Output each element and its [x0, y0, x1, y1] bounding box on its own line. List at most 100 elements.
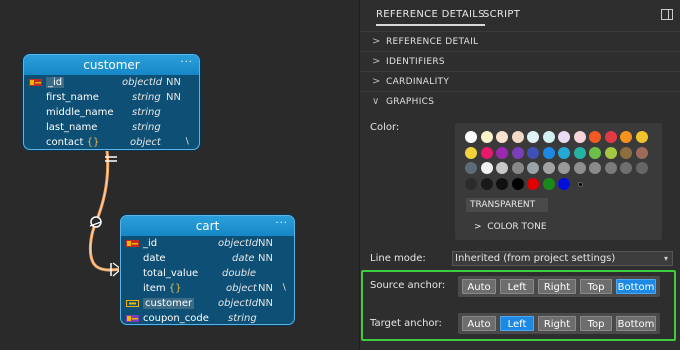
expand-icon[interactable]: ∖ — [281, 281, 287, 296]
field-required: NN — [166, 77, 181, 88]
entity-title: customer — [83, 58, 140, 72]
expand-icon[interactable]: ∖ — [184, 135, 190, 149]
target-anchor-bottom[interactable]: Bottom — [616, 316, 656, 331]
color-swatch[interactable] — [589, 146, 601, 159]
field-row[interactable]: item {} object NN ∖ — [121, 281, 294, 296]
entity-header[interactable]: customer ··· — [24, 55, 199, 75]
field-row[interactable]: middle_name string — [24, 105, 199, 120]
field-row[interactable]: date date NN — [121, 251, 294, 266]
field-type: double — [222, 268, 257, 279]
field-row[interactable]: last_name string — [24, 120, 199, 135]
color-swatch[interactable] — [635, 162, 648, 174]
color-swatch[interactable] — [496, 131, 508, 143]
field-row[interactable]: _id objectId NN — [24, 75, 199, 90]
toggle-panel-icon[interactable] — [661, 9, 673, 20]
chevron-down-icon: ▾ — [663, 254, 668, 263]
section-reference-detail[interactable]: > REFERENCE DETAIL — [360, 32, 680, 52]
field-required: NN — [166, 92, 181, 103]
field-row[interactable]: contact {} object ∖ — [24, 135, 199, 149]
color-swatch[interactable] — [620, 146, 632, 159]
color-swatch[interactable] — [542, 146, 555, 159]
field-required: NN — [258, 238, 273, 249]
cardinality-zero-or-one-marker — [89, 216, 102, 228]
source-anchor-auto[interactable]: Auto — [462, 279, 496, 294]
field-name: date — [143, 253, 166, 264]
transparent-option[interactable]: TRANSPARENT — [466, 198, 548, 212]
color-swatch[interactable] — [577, 181, 583, 187]
field-row-selected[interactable]: customer objectId NN — [121, 296, 294, 311]
color-swatch[interactable] — [604, 146, 617, 159]
color-swatch[interactable] — [465, 177, 477, 190]
section-graphics[interactable]: ∨ GRAPHICS — [360, 92, 680, 112]
entity-header[interactable]: cart ··· — [121, 216, 294, 236]
field-required: NN — [258, 283, 273, 294]
color-swatch[interactable] — [635, 131, 648, 143]
color-swatch[interactable] — [511, 131, 524, 143]
target-anchor-auto[interactable]: Auto — [462, 316, 496, 331]
section-cardinality[interactable]: > CARDINALITY — [360, 72, 680, 92]
color-swatch[interactable] — [620, 162, 632, 174]
target-anchor-right[interactable]: Right — [538, 316, 576, 331]
entity-menu-icon[interactable]: ··· — [275, 216, 288, 234]
field-type: objectId — [218, 298, 259, 309]
color-swatch[interactable] — [511, 146, 524, 159]
color-swatch[interactable] — [527, 177, 539, 190]
field-row[interactable]: first_name string NN — [24, 90, 199, 105]
source-anchor-top[interactable]: Top — [580, 279, 612, 294]
color-swatch[interactable] — [589, 131, 601, 143]
source-anchor-right[interactable]: Right — [538, 279, 576, 294]
tab-script[interactable]: SCRIPT — [483, 9, 520, 20]
color-swatch[interactable] — [573, 162, 586, 174]
field-type: string — [132, 107, 161, 118]
color-swatch[interactable] — [527, 162, 539, 174]
field-row[interactable]: total_value double — [121, 266, 294, 281]
color-swatch[interactable] — [480, 162, 493, 174]
primary-key-icon — [126, 240, 139, 247]
field-name: _id — [143, 238, 158, 249]
source-anchor-bottom[interactable]: Bottom — [616, 279, 656, 294]
color-swatch[interactable] — [511, 162, 524, 174]
field-type: objectId — [122, 77, 163, 88]
color-swatch[interactable] — [542, 131, 555, 143]
color-swatch[interactable] — [496, 177, 508, 190]
color-swatch[interactable] — [496, 146, 508, 159]
line-mode-select[interactable]: Inherited (from project settings) ▾ — [452, 251, 673, 266]
section-identifiers[interactable]: > IDENTIFIERS — [360, 52, 680, 72]
diagram-canvas[interactable]: customer ··· _id objectId NN first_name … — [0, 0, 358, 350]
color-swatch[interactable] — [558, 162, 570, 174]
color-swatch[interactable] — [480, 177, 493, 190]
color-swatch[interactable] — [542, 177, 555, 190]
customer-entity[interactable]: customer ··· _id objectId NN first_name … — [23, 54, 200, 150]
color-swatch[interactable] — [465, 146, 477, 159]
color-swatch[interactable] — [573, 146, 586, 159]
tab-reference-details[interactable]: REFERENCE DETAILS — [376, 9, 485, 26]
color-swatch[interactable] — [558, 177, 570, 190]
color-swatch[interactable] — [635, 146, 648, 159]
color-swatch[interactable] — [465, 162, 477, 174]
color-swatch[interactable] — [527, 131, 539, 143]
color-swatch[interactable] — [480, 131, 493, 143]
color-swatch[interactable] — [604, 162, 617, 174]
source-anchor-left[interactable]: Left — [500, 279, 534, 294]
color-swatch[interactable] — [496, 162, 508, 174]
color-swatch[interactable] — [620, 131, 632, 143]
color-swatch[interactable] — [511, 177, 524, 190]
cart-entity[interactable]: cart ··· _id objectId NN date date NN to… — [120, 215, 295, 325]
field-name: middle_name — [46, 107, 114, 118]
color-swatch[interactable] — [589, 162, 601, 174]
color-swatch[interactable] — [558, 131, 570, 143]
target-anchor-left[interactable]: Left — [500, 316, 534, 331]
color-swatch[interactable] — [573, 131, 586, 143]
field-row[interactable]: _id objectId NN — [121, 236, 294, 251]
color-swatch[interactable] — [480, 146, 493, 159]
foreign-key-icon — [126, 315, 139, 322]
entity-menu-icon[interactable]: ··· — [180, 55, 193, 73]
target-anchor-top[interactable]: Top — [580, 316, 612, 331]
color-tone-toggle[interactable]: > COLOR TONE — [474, 222, 547, 232]
field-row[interactable]: coupon_code string — [121, 311, 294, 324]
color-swatch[interactable] — [527, 146, 539, 159]
color-swatch[interactable] — [558, 146, 570, 159]
color-swatch[interactable] — [604, 131, 617, 143]
color-swatch[interactable] — [542, 162, 555, 174]
color-swatch[interactable] — [465, 131, 477, 143]
